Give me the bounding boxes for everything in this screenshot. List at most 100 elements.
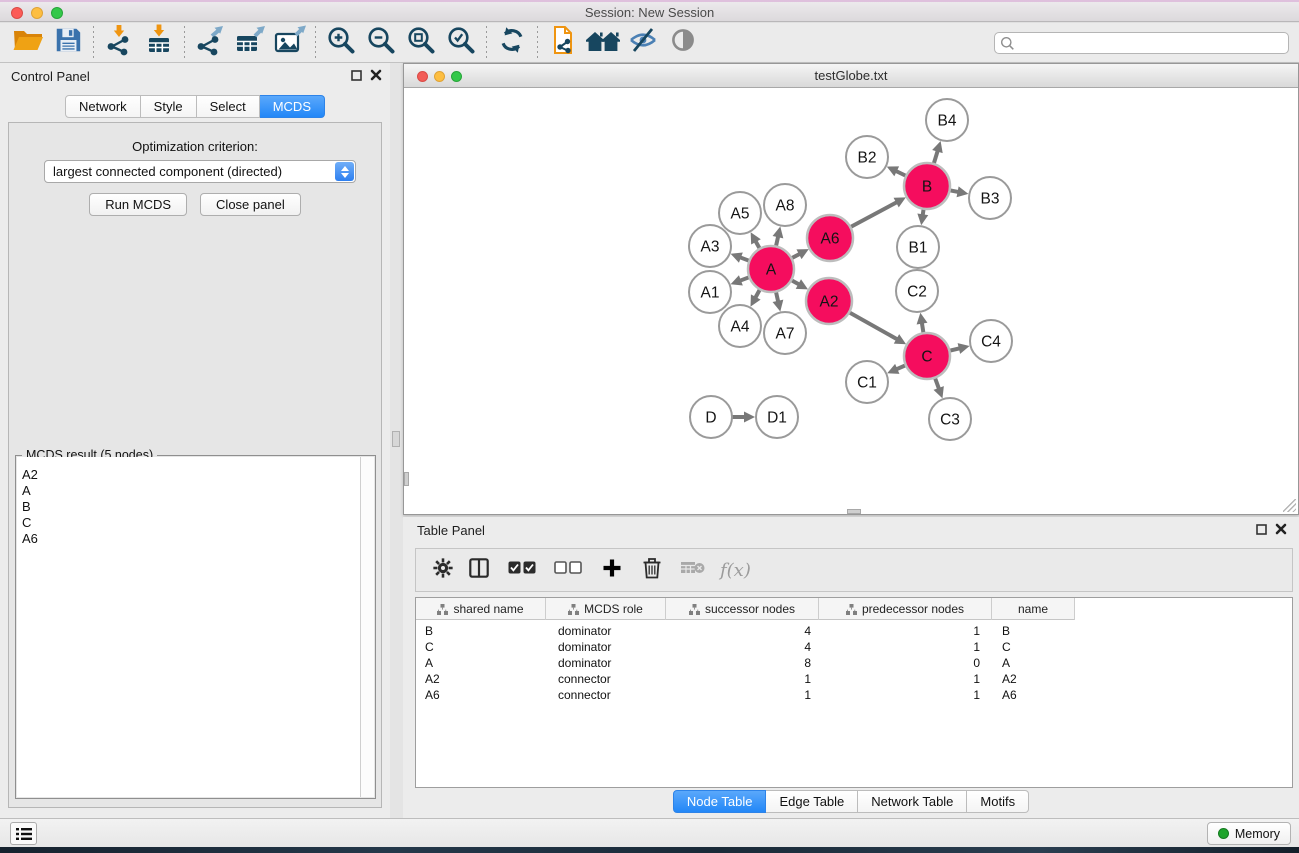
export-image-button[interactable] [270, 26, 310, 60]
node-table[interactable]: shared nameMCDS rolesuccessor nodesprede… [415, 597, 1293, 788]
search-input[interactable] [1019, 34, 1283, 52]
resize-grip[interactable] [1283, 499, 1296, 512]
graph-node-A8[interactable]: A8 [764, 184, 806, 226]
zoom-out-button[interactable] [361, 26, 401, 60]
column-header-name[interactable]: name [992, 598, 1075, 620]
column-header-shared-name[interactable]: shared name [416, 598, 546, 620]
graph-node-A5[interactable]: A5 [719, 192, 761, 234]
tab-select[interactable]: Select [197, 95, 260, 118]
graph-node-C3[interactable]: C3 [929, 398, 971, 440]
graph-node-B[interactable]: B [904, 163, 950, 209]
list-item[interactable]: A6 [22, 531, 360, 547]
graph-node-A3[interactable]: A3 [689, 225, 731, 267]
arrowhead-B-B1[interactable] [917, 214, 928, 226]
column-header-MCDS-role[interactable]: MCDS role [546, 598, 666, 620]
table-row[interactable]: A2connector11A2 [416, 671, 1292, 687]
list-item[interactable]: B [22, 499, 360, 515]
tab-style[interactable]: Style [141, 95, 197, 118]
arrowhead-C-C4[interactable] [958, 343, 970, 354]
float-panel-icon[interactable] [351, 70, 362, 81]
graph-node-A1[interactable]: A1 [689, 271, 731, 313]
refresh-button[interactable] [492, 26, 532, 60]
graph-node-C2[interactable]: C2 [896, 270, 938, 312]
split-columns-button[interactable] [468, 557, 490, 584]
graph-node-C[interactable]: C [904, 333, 950, 379]
graph-node-C1[interactable]: C1 [846, 361, 888, 403]
tab-network[interactable]: Network [65, 95, 141, 118]
scroll-nub-left[interactable] [404, 472, 409, 486]
memory-button[interactable]: Memory [1207, 822, 1291, 845]
graph-node-B4[interactable]: B4 [926, 99, 968, 141]
graph-node-A2[interactable]: A2 [806, 278, 852, 324]
zoom-selected-button[interactable] [441, 26, 481, 60]
checked-checkboxes-icon [508, 561, 536, 575]
table-row[interactable]: A6connector11A6 [416, 687, 1292, 703]
scroll-nub-bottom[interactable] [847, 509, 861, 514]
graph-node-C4[interactable]: C4 [970, 320, 1012, 362]
graph-node-D[interactable]: D [690, 396, 732, 438]
table-cell: A6 [992, 687, 1075, 703]
export-table-button[interactable] [230, 26, 270, 60]
search-field[interactable] [994, 32, 1289, 54]
arrowhead-B-B4[interactable] [932, 141, 943, 153]
list-item[interactable]: A2 [22, 467, 360, 483]
open-session-button[interactable] [8, 26, 48, 60]
import-table-button[interactable] [139, 26, 179, 60]
select-all-columns-button[interactable] [508, 561, 536, 580]
add-column-button[interactable] [602, 558, 622, 583]
clone-network-button[interactable] [543, 26, 583, 60]
graph-node-A6[interactable]: A6 [807, 215, 853, 261]
network-graph[interactable]: B4 B2 B3 A5A8 A3 B1 A1 C2 A4A7 C4 C1 C3 D D1 B A6 A A2 C [404, 88, 1298, 515]
float-panel-icon[interactable] [1256, 524, 1267, 535]
list-item[interactable]: A [22, 483, 360, 499]
graph-node-B1[interactable]: B1 [897, 226, 939, 268]
arrowhead-A-A8[interactable] [773, 226, 784, 238]
zoom-fit-button[interactable] [401, 26, 441, 60]
arrowhead-C-C2[interactable] [917, 313, 928, 325]
column-header-predecessor-nodes[interactable]: predecessor nodes [819, 598, 992, 620]
column-header-successor-nodes[interactable]: successor nodes [666, 598, 819, 620]
zoom-in-button[interactable] [321, 26, 361, 60]
network-canvas[interactable]: B4 B2 B3 A5A8 A3 B1 A1 C2 A4A7 C4 C1 C3 D D1 B A6 A A2 C [404, 88, 1298, 514]
tab-network-table[interactable]: Network Table [858, 790, 967, 813]
show-graphics-details-button[interactable] [663, 26, 703, 60]
graph-node-A4[interactable]: A4 [719, 305, 761, 347]
tab-motifs[interactable]: Motifs [967, 790, 1029, 813]
mcds-result-list[interactable]: A2ABCA6 [17, 457, 360, 797]
graph-node-D1[interactable]: D1 [756, 396, 798, 438]
network-window-titlebar[interactable]: testGlobe.txt [404, 64, 1298, 88]
table-settings-button[interactable] [432, 557, 454, 584]
mcds-result-scrollbar[interactable] [360, 457, 374, 797]
table-row[interactable]: Cdominator41C [416, 639, 1292, 655]
list-item[interactable]: C [22, 515, 360, 531]
close-panel-icon[interactable] [1275, 523, 1287, 535]
save-session-button[interactable] [48, 26, 88, 60]
splitter-handle[interactable] [392, 431, 400, 447]
graph-node-B2[interactable]: B2 [846, 136, 888, 178]
graph-node-A[interactable]: A [748, 246, 794, 292]
table-row[interactable]: Bdominator41B [416, 623, 1292, 639]
tab-edge-table[interactable]: Edge Table [766, 790, 858, 813]
node-label: B3 [981, 191, 1000, 208]
task-history-button[interactable] [10, 822, 37, 845]
table-cell: 1 [819, 623, 992, 639]
graph-node-A7[interactable]: A7 [764, 312, 806, 354]
graph-node-B3[interactable]: B3 [969, 177, 1011, 219]
tab-node-table[interactable]: Node Table [673, 790, 767, 813]
home-button[interactable] [583, 26, 623, 60]
close-panel-icon[interactable] [370, 69, 382, 81]
vertical-splitter[interactable] [390, 63, 403, 818]
delete-column-button[interactable] [642, 557, 662, 584]
run-mcds-button[interactable]: Run MCDS [89, 193, 187, 216]
deselect-all-columns-button[interactable] [554, 561, 582, 580]
table-row[interactable]: Adominator80A [416, 655, 1292, 671]
criterion-dropdown[interactable]: largest connected component (directed) [44, 160, 356, 183]
import-network-button[interactable] [99, 26, 139, 60]
arrowhead-B-B3[interactable] [957, 186, 969, 197]
arrowhead-D-D1[interactable] [744, 412, 755, 423]
arrowhead-A-A7[interactable] [773, 300, 784, 312]
hide-graphics-details-button[interactable] [623, 26, 663, 60]
tab-mcds[interactable]: MCDS [260, 95, 325, 118]
close-panel-button[interactable]: Close panel [200, 193, 301, 216]
export-network-button[interactable] [190, 26, 230, 60]
